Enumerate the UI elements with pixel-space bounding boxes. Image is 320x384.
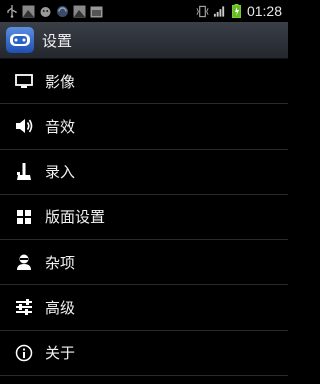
speaker-icon xyxy=(13,115,35,137)
menu-item-advanced[interactable]: 高级 xyxy=(0,285,288,331)
menu-item-about[interactable]: 关于 xyxy=(0,331,288,376)
usb-icon xyxy=(5,4,18,18)
sliders-icon xyxy=(13,296,35,318)
menu-item-audio[interactable]: 音效 xyxy=(0,104,288,150)
sync-notify-icon xyxy=(56,5,69,18)
menu-item-label: 版面设置 xyxy=(45,208,106,227)
monitor-icon xyxy=(13,70,35,92)
notification-icons xyxy=(0,4,103,18)
menu-item-layout[interactable]: 版面设置 xyxy=(0,195,288,240)
image-notify-icon xyxy=(22,5,35,18)
info-icon xyxy=(13,342,35,364)
menu-item-label: 录入 xyxy=(45,163,76,182)
menu-item-label: 高级 xyxy=(45,298,76,317)
android-notify-icon xyxy=(39,5,52,18)
title-bar: 设置 xyxy=(0,22,288,59)
system-icons: 01:28 xyxy=(196,3,288,19)
menu-item-video[interactable]: 影像 xyxy=(0,59,288,105)
page-title: 设置 xyxy=(42,31,73,50)
menu-item-label: 杂项 xyxy=(45,253,76,272)
menu-item-input[interactable]: 录入 xyxy=(0,150,288,195)
menu-item-label: 关于 xyxy=(45,344,76,363)
menu-item-label: 影像 xyxy=(45,72,76,91)
menu-item-misc[interactable]: 杂项 xyxy=(0,240,288,286)
gamepad-app-icon xyxy=(6,27,34,53)
calendar-notify-icon xyxy=(90,5,103,18)
grid-icon xyxy=(13,206,35,228)
joystick-icon xyxy=(13,161,35,183)
image-notify-icon xyxy=(73,5,86,18)
person-icon xyxy=(13,251,35,273)
vibrate-icon xyxy=(196,5,209,18)
settings-menu: 影像 音效 录入 版面设置 杂项 高级 关于 xyxy=(0,59,288,376)
menu-item-label: 音效 xyxy=(45,117,76,136)
battery-icon xyxy=(230,4,243,18)
signal-icon xyxy=(213,5,226,18)
status-time: 01:28 xyxy=(246,3,282,19)
status-bar: 01:28 xyxy=(0,0,288,22)
